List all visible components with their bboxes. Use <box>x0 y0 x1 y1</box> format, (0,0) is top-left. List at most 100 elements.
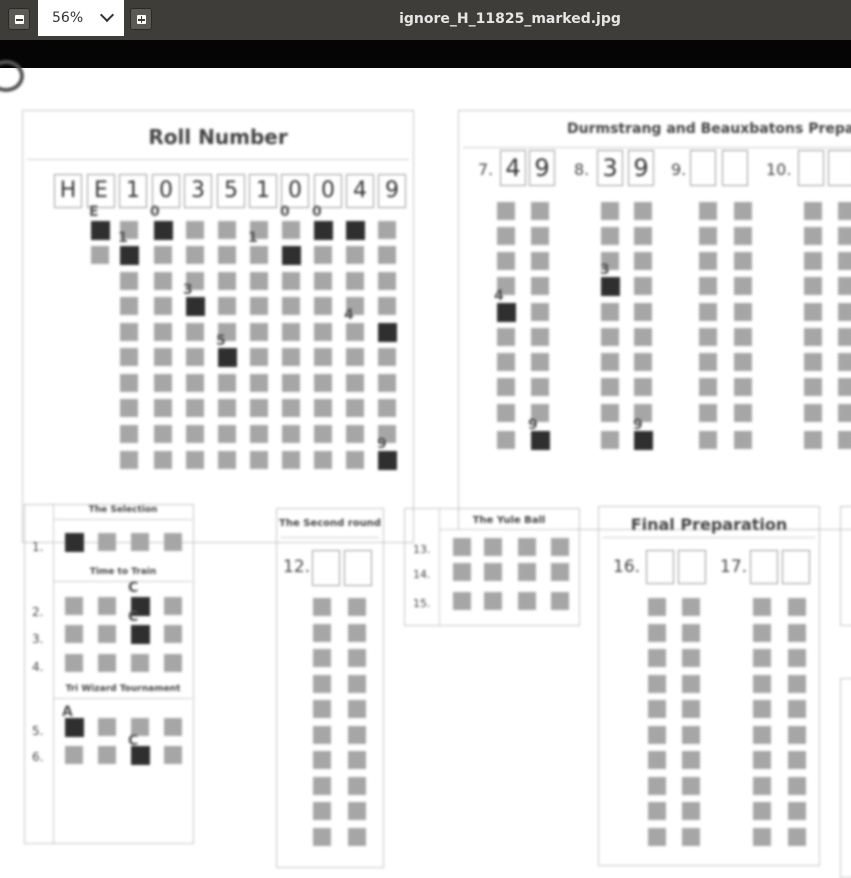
roll-bubble <box>154 272 172 290</box>
zoom-out-button[interactable] <box>8 8 30 30</box>
roll-bubble <box>154 399 172 417</box>
durm-bubble <box>734 431 752 449</box>
answer-box <box>312 550 340 586</box>
second-round-bubble <box>313 623 331 642</box>
selection-bubble <box>65 746 83 764</box>
durm-bubble <box>734 202 752 220</box>
section-title: Tri Wizard Tournament <box>65 684 181 694</box>
roll-bubble <box>282 374 300 392</box>
selection-bubble <box>164 718 182 736</box>
roll-bubble <box>282 451 300 469</box>
roll-bubble <box>346 272 364 290</box>
second-round-bubble <box>313 802 331 820</box>
second-round-bubble <box>313 700 331 718</box>
durm-mark-label: 3 <box>600 262 610 278</box>
roll-number-title: Roll Number <box>148 125 288 149</box>
roll-bubble <box>154 323 172 341</box>
roll-bubble <box>120 323 138 341</box>
roll-bubble <box>282 348 300 366</box>
roll-digit-box: 1 <box>249 174 277 208</box>
answer-box <box>750 550 778 584</box>
zoom-select[interactable]: 56% <box>38 0 124 36</box>
durm-bubble <box>699 353 717 371</box>
final-prep-bubble <box>788 776 806 795</box>
roll-bubble <box>250 374 268 392</box>
yule-ball-bubble <box>453 563 471 581</box>
durm-filled-bubble <box>634 431 653 450</box>
durm-bubble <box>804 303 822 321</box>
durm-bubble <box>497 353 515 371</box>
roll-mark-label: 9 <box>377 436 387 452</box>
final-prep-bubble <box>648 751 666 769</box>
roll-bubble <box>378 399 396 417</box>
final-prep-bubble <box>648 827 666 846</box>
roll-bubble <box>250 272 268 290</box>
answer-box <box>646 550 674 584</box>
durm-bubble <box>804 378 822 396</box>
roll-bubble <box>186 348 204 366</box>
answer-box <box>344 550 372 586</box>
roll-bubble <box>120 348 138 366</box>
durm-bubble <box>804 431 822 449</box>
roll-mark-label: 5 <box>216 333 226 349</box>
final-prep-bubble <box>753 700 771 718</box>
roll-digit-box: 4 <box>346 174 374 208</box>
zoom-in-button[interactable] <box>130 8 152 30</box>
final-prep-bubble <box>682 598 700 616</box>
final-prep-bubble <box>753 598 771 616</box>
durm-bubble <box>838 353 851 371</box>
second-round-bubble <box>348 751 366 769</box>
roll-digit-box: 0 <box>152 174 180 208</box>
roll-bubble <box>186 374 204 392</box>
roll-bubble <box>250 323 268 341</box>
durm-digit-box <box>690 150 716 186</box>
yule-ball-bubble <box>518 563 536 581</box>
durm-bubble <box>699 303 717 321</box>
durm-bubble <box>634 202 652 220</box>
selection-mark-label: C <box>128 609 139 625</box>
final-prep-bubble <box>682 827 700 846</box>
roll-mark-label: 0 <box>150 204 160 220</box>
final-prep-bubble <box>682 674 700 693</box>
final-prep-bubble <box>682 649 700 667</box>
section-divider <box>54 698 192 699</box>
durm-bubble <box>699 431 717 449</box>
second-round-bubble <box>313 776 331 795</box>
roll-bubble <box>186 451 204 469</box>
durm-bubble <box>497 404 515 422</box>
roll-filled-bubble <box>314 221 333 240</box>
durm-bubble <box>497 378 515 396</box>
selection-mark-label: A <box>62 704 73 720</box>
final-prep-bubble <box>648 649 666 667</box>
final-prep-bubble <box>648 674 666 693</box>
plus-icon <box>137 15 146 24</box>
durm-bubble <box>601 378 619 396</box>
roll-bubble <box>314 399 332 417</box>
selection-bubble <box>164 625 182 643</box>
selection-filled-bubble <box>65 533 84 552</box>
final-prep-bubble <box>682 751 700 769</box>
final-prep-bubble <box>753 649 771 667</box>
roll-bubble <box>154 348 172 366</box>
answer-box <box>782 550 810 584</box>
durm-bubble <box>531 378 549 396</box>
question-number: 2. <box>32 605 44 619</box>
second-round-title: The Second round <box>279 518 381 529</box>
roll-bubble <box>250 246 268 264</box>
roll-bubble <box>250 297 268 315</box>
roll-mark-label: 1 <box>118 230 128 246</box>
second-round-bubble <box>348 725 366 744</box>
roll-mark-label: 3 <box>183 282 193 298</box>
section-title: Time to Train <box>89 567 157 577</box>
durm-bubble <box>531 202 549 220</box>
roll-filled-bubble <box>378 323 397 342</box>
roll-mark-label: 4 <box>344 307 354 323</box>
second-round-bubble <box>348 827 366 846</box>
roll-bubble <box>250 399 268 417</box>
selection-bubble <box>65 654 83 672</box>
roll-mark-label: 0 <box>280 204 290 220</box>
roll-bubble <box>378 246 396 264</box>
final-prep-bubble <box>753 751 771 769</box>
roll-bubble <box>282 297 300 315</box>
roll-bubble <box>282 221 300 239</box>
